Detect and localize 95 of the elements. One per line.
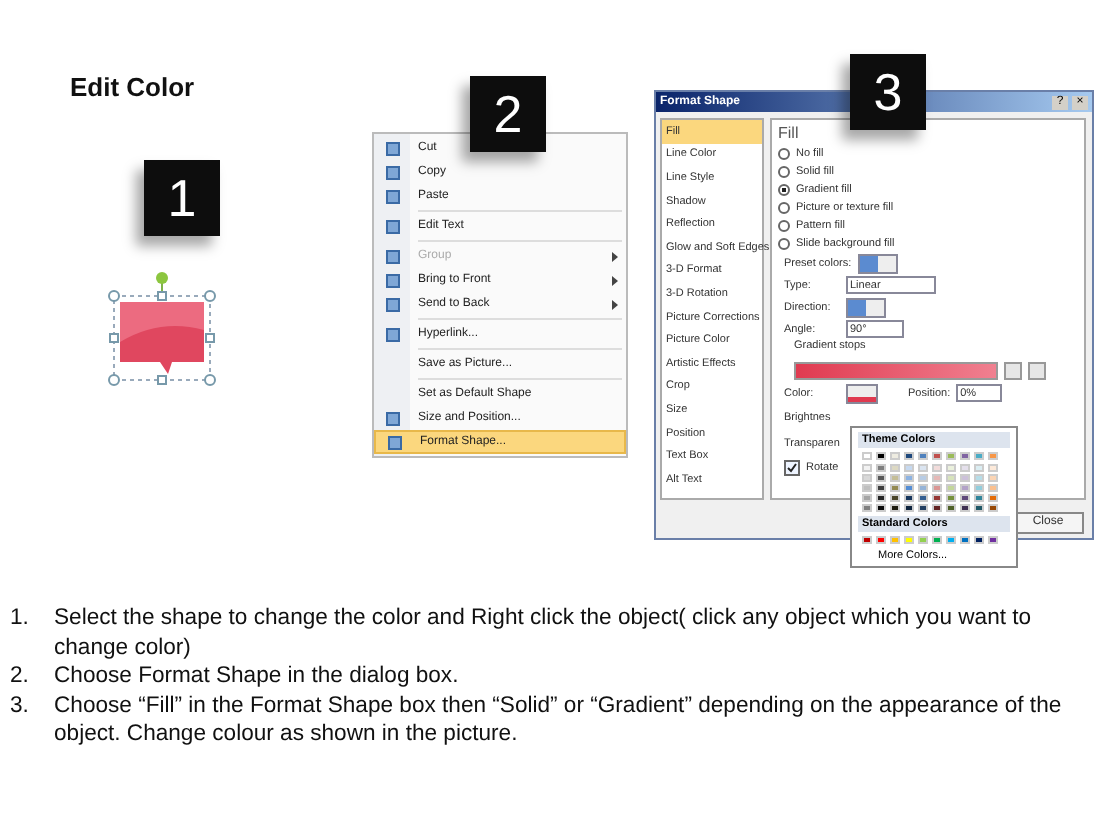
color-swatch[interactable] (946, 484, 956, 492)
color-swatch[interactable] (974, 474, 984, 482)
color-swatch[interactable] (918, 452, 928, 460)
color-swatch[interactable] (904, 484, 914, 492)
color-swatch[interactable] (988, 474, 998, 482)
direction-picker-button[interactable] (846, 297, 886, 317)
color-swatch[interactable] (918, 504, 928, 512)
color-swatch[interactable] (974, 504, 984, 512)
instruction-text: Select the shape to change the color and Right click the object( click any object which you want to change color) (54, 604, 1034, 662)
color-swatch[interactable] (876, 536, 886, 544)
color-swatch[interactable] (918, 484, 928, 492)
color-swatch[interactable] (960, 494, 970, 502)
color-swatch[interactable] (862, 494, 872, 502)
color-swatch[interactable] (904, 494, 914, 502)
color-swatch[interactable] (932, 494, 942, 502)
color-swatch[interactable] (960, 452, 970, 460)
color-swatch[interactable] (960, 536, 970, 544)
color-swatch[interactable] (890, 536, 900, 544)
step-number: 1 (144, 160, 220, 236)
color-swatch[interactable] (946, 536, 956, 544)
step-number: 3 (850, 54, 926, 130)
remove-stop-button[interactable] (1028, 361, 1046, 379)
color-swatch[interactable] (932, 536, 942, 544)
color-swatch[interactable] (918, 464, 928, 472)
color-swatch[interactable] (974, 484, 984, 492)
color-picker-button[interactable] (846, 383, 878, 403)
color-swatch[interactable] (974, 464, 984, 472)
color-swatch[interactable] (960, 504, 970, 512)
radio-button[interactable] (778, 219, 790, 231)
gradient-stops-bar[interactable] (794, 361, 998, 379)
color-swatch[interactable] (904, 474, 914, 482)
color-swatch[interactable] (988, 484, 998, 492)
color-swatch[interactable] (904, 452, 914, 460)
color-swatch[interactable] (890, 464, 900, 472)
color-swatch[interactable] (974, 452, 984, 460)
color-swatch[interactable] (890, 494, 900, 502)
color-swatch[interactable] (862, 474, 872, 482)
color-swatch[interactable] (988, 504, 998, 512)
color-swatch[interactable] (862, 484, 872, 492)
radio-button[interactable] (778, 237, 790, 249)
color-swatch[interactable] (904, 504, 914, 512)
step-number: 2 (470, 76, 546, 152)
color-swatch[interactable] (904, 464, 914, 472)
color-swatch[interactable] (974, 494, 984, 502)
color-swatch[interactable] (932, 464, 942, 472)
radio-button[interactable] (778, 147, 790, 159)
color-swatch[interactable] (988, 494, 998, 502)
add-stop-button[interactable] (1004, 361, 1022, 379)
color-swatch[interactable] (918, 474, 928, 482)
radio-button[interactable] (778, 201, 790, 213)
color-swatch[interactable] (960, 474, 970, 482)
checkbox[interactable] (784, 459, 800, 475)
color-swatch[interactable] (946, 494, 956, 502)
color-swatch[interactable] (918, 536, 928, 544)
color-swatch[interactable] (876, 504, 886, 512)
section-heading: Fill (778, 124, 801, 142)
color-swatch[interactable] (876, 484, 886, 492)
step-number-label: 1. (10, 604, 31, 634)
instruction-text: Choose “Fill” in the Format Shape box then “Solid” or “Gradient” depending on the appearance of the object. Change colour as shown in the picture. (54, 691, 1064, 749)
color-swatch[interactable] (988, 464, 998, 472)
color-swatch[interactable] (932, 474, 942, 482)
color-swatch[interactable] (890, 484, 900, 492)
color-swatch[interactable] (946, 464, 956, 472)
color-swatch[interactable] (876, 464, 886, 472)
color-swatch[interactable] (890, 504, 900, 512)
color-swatch[interactable] (890, 452, 900, 460)
color-swatch[interactable] (862, 464, 872, 472)
color-swatch[interactable] (876, 494, 886, 502)
check-icon (786, 461, 798, 473)
radio-button[interactable] (778, 183, 790, 195)
color-swatch[interactable] (876, 474, 886, 482)
color-swatch[interactable] (946, 474, 956, 482)
color-swatch[interactable] (946, 504, 956, 512)
color-swatch[interactable] (932, 484, 942, 492)
color-swatch[interactable] (988, 536, 998, 544)
color-swatch[interactable] (862, 536, 872, 544)
color-swatch[interactable] (932, 452, 942, 460)
slide-title: Edit Color (70, 72, 195, 102)
color-swatch[interactable] (974, 536, 984, 544)
color-swatch[interactable] (890, 474, 900, 482)
radio-button[interactable] (778, 165, 790, 177)
color-swatch[interactable] (946, 452, 956, 460)
color-swatch[interactable] (876, 452, 886, 460)
color-swatch[interactable] (960, 484, 970, 492)
step-number-label: 3. (10, 691, 31, 721)
step-number-label: 2. (10, 662, 31, 691)
instruction-text: Choose Format Shape in the dialog box. (54, 662, 461, 691)
color-swatch[interactable] (988, 452, 998, 460)
gradient-picker-button[interactable] (857, 253, 898, 273)
color-swatch[interactable] (960, 464, 970, 472)
color-swatch[interactable] (918, 494, 928, 502)
color-swatch[interactable] (862, 452, 872, 460)
color-swatch[interactable] (932, 504, 942, 512)
color-swatch[interactable] (904, 536, 914, 544)
color-swatch[interactable] (862, 504, 872, 512)
